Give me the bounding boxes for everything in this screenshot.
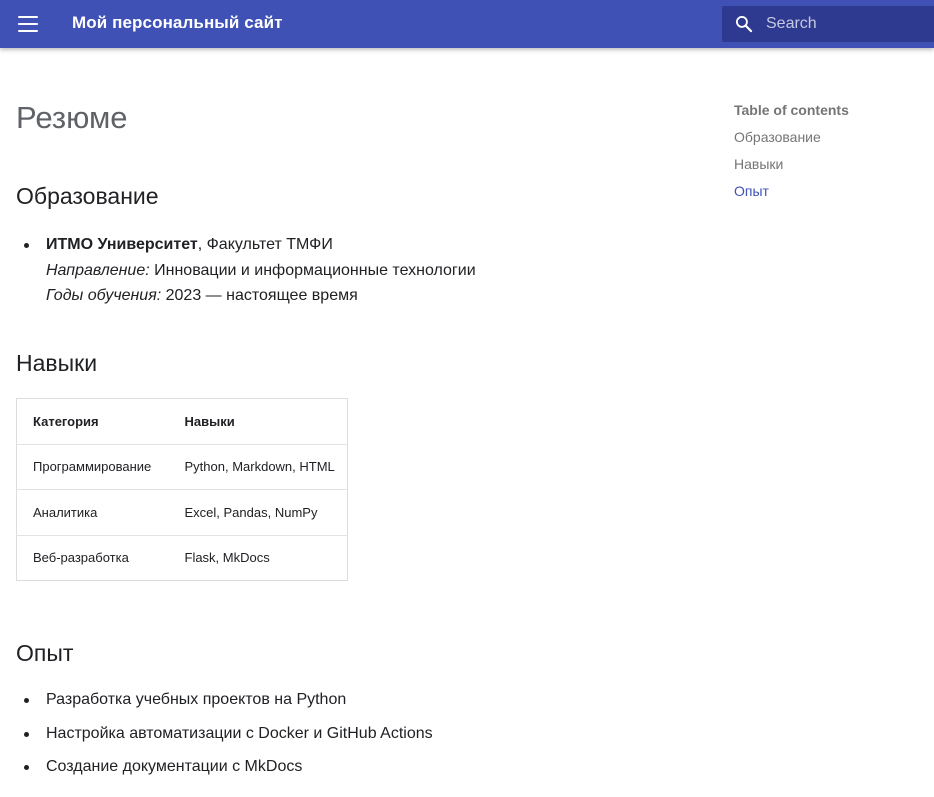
column-header-skills: Навыки [168,398,348,445]
list-item: Разработка учебных проектов на Python [24,687,433,713]
years-value: 2023 — настоящее время [161,287,358,304]
table-cell: Программирование [16,444,169,490]
section-heading-skills: Навыки [16,350,98,376]
table-row: Программирование Python, Markdown, HTML [16,444,348,490]
table-cell: Python, Markdown, HTML [168,444,348,490]
toc-item-skills[interactable]: Навыки [734,155,924,182]
table-row: Аналитика Excel, Pandas, NumPy [16,489,348,536]
search-box[interactable] [722,6,934,42]
toc-title: Table of contents [734,102,849,118]
list-item: ИТМО Университет, Факультет ТМФИ Направл… [24,232,476,309]
table-header-row: Категория Навыки [16,398,348,445]
toc-item-education[interactable]: Образование [734,128,924,155]
education-list: ИТМО Университет, Факультет ТМФИ Направл… [24,232,476,309]
section-heading-education: Образование [16,183,159,209]
table-of-contents: Table of contents Образование Навыки Опы… [734,101,924,209]
years-label: Годы обучения: [46,287,162,304]
section-heading-experience: Опыт [16,640,74,666]
toc-item-experience[interactable]: Опыт [734,182,924,209]
search-icon[interactable] [734,14,754,34]
table-cell: Excel, Pandas, NumPy [168,489,348,536]
direction-value: Инновации и информационные технологии [149,261,476,279]
column-header-category: Категория [16,398,169,445]
faculty-text: , Факультет ТМФИ [197,236,333,253]
hamburger-menu-icon[interactable] [18,16,38,32]
experience-list: Разработка учебных проектов на Python На… [24,687,433,788]
university-name: ИТМО Университет [46,236,198,253]
list-item: Настройка автоматизации с Docker и GitHu… [24,721,433,747]
search-input[interactable] [766,6,926,42]
table-cell: Flask, MkDocs [184,550,270,566]
table-row: Веб-разработка Flask, MkDocs [17,535,348,581]
list-item: Создание документации с MkDocs [24,754,433,780]
site-title[interactable]: Мой персональный сайт [72,13,283,33]
table-cell: Веб-разработка [33,550,129,566]
direction-label: Направление: [46,261,150,279]
page-title: Резюме [16,100,128,135]
skills-table: Категория Навыки Программирование Python… [16,398,348,581]
top-header: Мой персональный сайт [0,0,934,48]
table-cell: Аналитика [16,489,169,536]
